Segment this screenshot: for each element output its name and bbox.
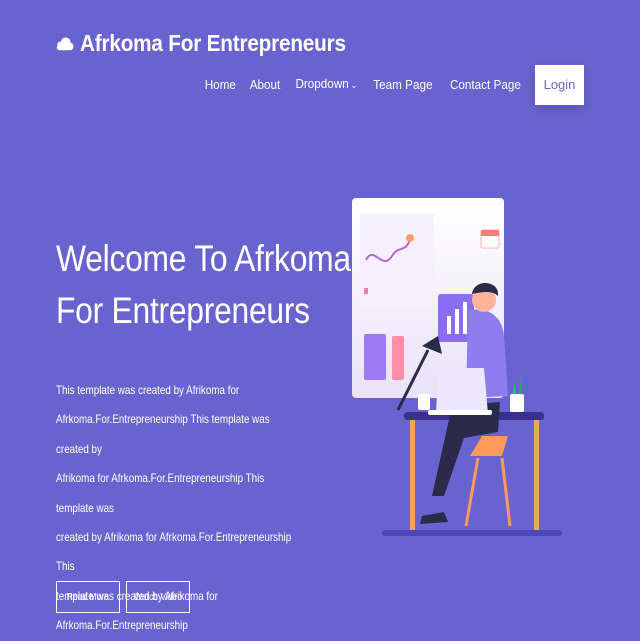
brand-name: Afrkoma For Entrepreneurs [80, 30, 346, 56]
nav-dropdown[interactable]: Dropdown ⌄ [295, 64, 357, 105]
watch-video-button[interactable]: Watch Video [126, 581, 190, 613]
desc-line: Afrkoma.For.Entrepreneurship This templa… [56, 412, 270, 456]
desc-line: Afrikoma for Afrkoma.For.Entrepreneurshi… [56, 471, 265, 515]
cloud-icon [56, 36, 74, 50]
nav-team-page[interactable]: Team Page [374, 65, 433, 105]
brand[interactable]: Afrkoma For Entrepreneurs [56, 30, 375, 57]
hero-title-line-1: Welcome To Afrkoma [56, 238, 351, 279]
nav-home[interactable]: Home [205, 65, 236, 105]
hero-buttons: Read More Watch Video [56, 581, 190, 613]
hero-title: Welcome To Afrkoma For Entrepreneurs [56, 233, 351, 337]
desc-line: created by Afrikoma for Afrkoma.For.Entr… [56, 530, 292, 574]
nav-about[interactable]: About [249, 65, 280, 105]
read-more-button[interactable]: Read More [56, 581, 120, 613]
nav-contact-page[interactable]: Contact Page [450, 65, 521, 105]
chevron-down-icon: ⌄ [350, 80, 358, 90]
hero-title-line-2: For Entrepreneurs [56, 290, 310, 331]
desc-line: Afrkoma.For.Entrepreneurship [56, 618, 188, 633]
desc-line: This template was created by Afrikoma fo… [56, 383, 240, 397]
watch-video-label: Watch Video [134, 591, 182, 603]
nav-dropdown-label: Dropdown [295, 76, 349, 91]
main-nav: Home About Dropdown ⌄ Team Page Contact P… [203, 64, 584, 105]
login-button[interactable]: Login [535, 64, 584, 105]
entrepreneur-illustration [352, 198, 562, 536]
read-more-label: Read More [66, 591, 110, 603]
